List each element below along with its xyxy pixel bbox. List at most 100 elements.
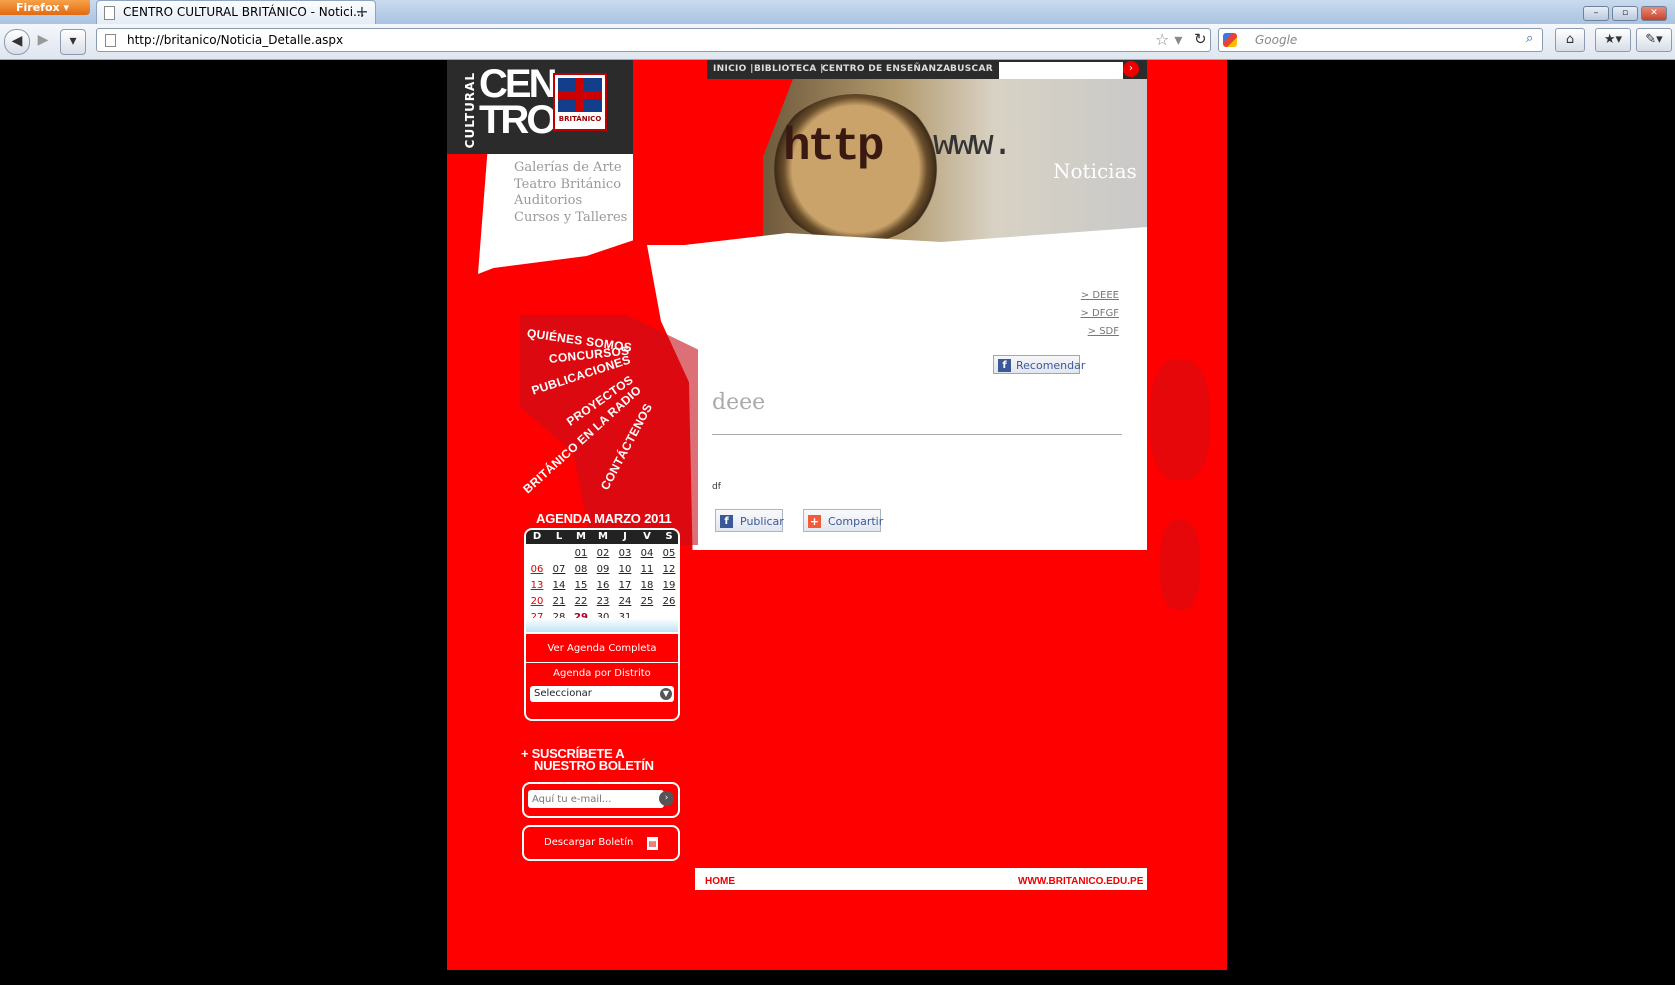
calendar-day[interactable]: 05	[658, 546, 678, 562]
url-text: http://britanico/Noticia_Detalle.aspx	[127, 33, 344, 47]
banner: http www. Noticias	[633, 79, 1147, 245]
distrito-select[interactable]: Seleccionar ▼	[530, 686, 674, 702]
home-icon[interactable]: ⌂	[1555, 28, 1585, 52]
logo-centro-bottom: TRO	[479, 98, 557, 142]
logo-cultural: CULTURAL	[463, 72, 477, 149]
nav-biblioteca[interactable]: BIBLIOTECA |	[754, 64, 824, 74]
window-controls: – ▫ ✕	[1580, 0, 1667, 21]
address-bar[interactable]: http://britanico/Noticia_Detalle.aspx	[96, 28, 1211, 52]
site-search-input[interactable]	[999, 62, 1123, 79]
calendar-day[interactable]: 13	[526, 578, 548, 594]
calendar-day[interactable]: 26	[658, 594, 678, 610]
nav-inicio[interactable]: INICIO |	[713, 64, 754, 74]
bookmark-star-icon[interactable]: ☆ ▾	[1155, 30, 1182, 49]
calendar-day[interactable]: 12	[658, 562, 678, 578]
calendar-day-header: M	[570, 530, 592, 544]
venue-item[interactable]: Cursos y Talleres	[514, 210, 627, 227]
calendar-day[interactable]: 16	[592, 578, 614, 594]
forward-button[interactable]: ▶	[31, 29, 55, 53]
union-jack-icon: BRITÁNICO	[553, 73, 607, 131]
newsletter-form: ›	[522, 782, 680, 818]
history-icon[interactable]: ▾	[60, 29, 86, 55]
calendar-day-header: D	[526, 530, 548, 544]
calendar-day[interactable]: 09	[592, 562, 614, 578]
submit-arrow-icon[interactable]: ›	[659, 791, 674, 806]
calendar-day[interactable]: 17	[614, 578, 636, 594]
calendar-day-header: J	[614, 530, 636, 544]
venue-item[interactable]: Auditorios	[514, 193, 627, 210]
calendar-day[interactable]: 18	[636, 578, 658, 594]
calendar-gradient	[526, 618, 678, 632]
calendar-day[interactable]: 15	[570, 578, 592, 594]
search-bar[interactable]: Google	[1218, 28, 1543, 52]
tab-title: CENTRO CULTURAL BRITÁNICO - Notici...	[123, 5, 365, 19]
share-plus-icon: +	[808, 515, 821, 528]
calendar-day[interactable]: 06	[526, 562, 548, 578]
news-body: df	[712, 482, 721, 492]
calendar-day[interactable]: 03	[614, 546, 636, 562]
calendar-day[interactable]: 07	[548, 562, 570, 578]
agenda-title: AGENDA MARZO 2011	[536, 511, 672, 526]
newsletter-title: + SUSCRÍBETE A NUESTRO BOLETÍN	[521, 746, 654, 773]
logo[interactable]: CULTURAL CEN TRO BRITÁNICO	[447, 60, 633, 154]
nav-buscar: BUSCAR	[950, 64, 993, 74]
related-link[interactable]: > DFGF	[1080, 308, 1119, 319]
footer-web-link[interactable]: WWW.BRITANICO.EDU.PE	[1018, 876, 1143, 887]
calendar-day-header: M	[592, 530, 614, 544]
publicar-button[interactable]: f Publicar	[715, 509, 784, 532]
calendar-day[interactable]: 14	[548, 578, 570, 594]
calendar-day[interactable]: 10	[614, 562, 636, 578]
new-tab-button[interactable]: +	[350, 2, 374, 22]
news-title: deee	[712, 390, 766, 415]
facebook-icon: f	[720, 515, 733, 528]
calendar-day[interactable]: 19	[658, 578, 678, 594]
venue-list: Galerías de Arte Teatro Británico Audito…	[514, 160, 627, 226]
calendar-box: D L M M J V S 01 02 03 04 05 06 07 08 09 10 11 12 13 14 15 16 1…	[524, 528, 680, 721]
venue-item[interactable]: Teatro Británico	[514, 177, 627, 194]
email-field[interactable]	[528, 790, 664, 808]
calendar-day[interactable]: 02	[592, 546, 614, 562]
tab-current[interactable]: CENTRO CULTURAL BRITÁNICO - Notici...	[96, 0, 376, 24]
close-window-button[interactable]: ✕	[1641, 6, 1667, 21]
minimize-button[interactable]: –	[1583, 6, 1609, 21]
search-icon[interactable]: ⌕	[1526, 31, 1533, 46]
ver-agenda-completa-link[interactable]: Ver Agenda Completa	[526, 636, 678, 663]
calendar-day[interactable]: 24	[614, 594, 636, 610]
google-icon[interactable]	[1223, 33, 1237, 47]
related-link[interactable]: > SDF	[1088, 326, 1119, 337]
back-button[interactable]: ◀	[4, 29, 30, 55]
compartir-button[interactable]: + Compartir	[803, 509, 883, 532]
reload-icon[interactable]: ↻	[1194, 30, 1207, 48]
bookmarks-icon[interactable]: ★▾	[1595, 28, 1631, 52]
addons-icon[interactable]: ✎▾	[1636, 28, 1672, 52]
search-placeholder: Google	[1255, 33, 1298, 47]
banner-http-text: http	[783, 121, 884, 173]
calendar-day[interactable]: 23	[592, 594, 614, 610]
maximize-button[interactable]: ▫	[1612, 6, 1638, 21]
calendar-day-header: V	[636, 530, 658, 544]
page-icon	[104, 6, 115, 20]
nav-centro-ensenanza[interactable]: CENTRO DE ENSEÑANZA	[822, 64, 950, 74]
footer-home-link[interactable]: HOME	[705, 876, 735, 887]
grunge-decoration	[1150, 360, 1210, 480]
calendar-day[interactable]: 11	[636, 562, 658, 578]
calendar-day[interactable]: 08	[570, 562, 592, 578]
recomendar-button[interactable]: f Recomendar	[993, 355, 1085, 374]
logo-britanico: BRITÁNICO	[558, 115, 602, 123]
calendar-day[interactable]: 21	[548, 594, 570, 610]
page-title: Noticias	[1053, 159, 1137, 183]
search-go-icon[interactable]: ›	[1123, 61, 1139, 77]
chevron-down-icon: ▼	[660, 688, 672, 700]
related-link[interactable]: > DEEE	[1081, 290, 1119, 301]
calendar-day[interactable]: 04	[636, 546, 658, 562]
calendar-day[interactable]: 25	[636, 594, 658, 610]
divider	[712, 434, 1122, 435]
venue-item[interactable]: Galerías de Arte	[514, 160, 627, 177]
calendar-day-header: L	[548, 530, 570, 544]
facebook-icon: f	[998, 359, 1011, 372]
firefox-menu-button[interactable]: Firefox ▾	[0, 0, 90, 15]
calendar-day[interactable]: 22	[570, 594, 592, 610]
calendar-day[interactable]: 20	[526, 594, 548, 610]
descargar-boletin-button[interactable]: Descargar Boletín ▤	[522, 825, 680, 861]
calendar-day[interactable]: 01	[570, 546, 592, 562]
